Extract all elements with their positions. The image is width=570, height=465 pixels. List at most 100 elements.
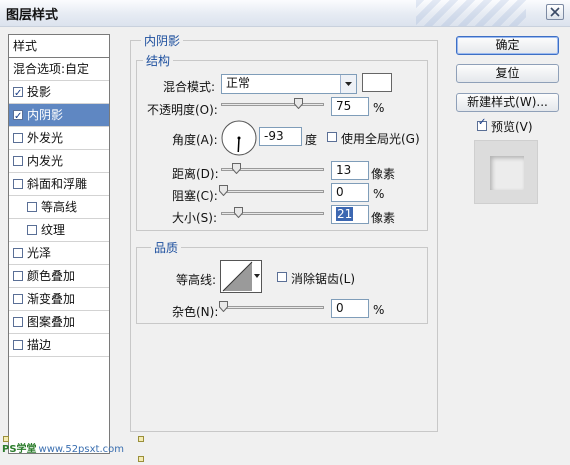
style-list-item[interactable]: 纹理 (9, 219, 109, 242)
distance-label: 距离(D): (172, 167, 219, 181)
style-list-item[interactable]: 渐变叠加 (9, 288, 109, 311)
angle-dial[interactable] (221, 120, 257, 156)
noise-input[interactable]: 0 (331, 299, 369, 318)
style-list-item-label: 内阴影 (27, 108, 64, 122)
style-checkbox[interactable] (13, 179, 23, 189)
style-checkbox[interactable] (13, 248, 23, 258)
style-list-item[interactable]: 混合选项:自定 (9, 58, 109, 81)
style-list-item[interactable]: 颜色叠加 (9, 265, 109, 288)
size-label: 大小(S): (172, 211, 218, 225)
anti-alias-checkbox[interactable] (277, 272, 287, 282)
resize-corner-marker (138, 456, 144, 462)
choke-input[interactable]: 0 (331, 183, 369, 202)
watermark-brand: PS学堂 (2, 444, 37, 455)
style-checkbox[interactable] (13, 133, 23, 143)
style-list-item-label: 图案叠加 (27, 315, 76, 329)
style-checkbox[interactable] (13, 294, 23, 304)
distance-slider-handle[interactable] (232, 163, 241, 175)
distance-input[interactable]: 13 (331, 161, 369, 180)
contour-picker[interactable] (220, 260, 262, 293)
structure-title: 结构 (143, 52, 174, 69)
shadow-color-swatch[interactable] (362, 73, 392, 92)
style-list-item[interactable]: 斜面和浮雕 (9, 173, 109, 196)
blend-mode-select[interactable]: 正常 (221, 74, 357, 94)
contour-dropdown-icon[interactable] (253, 261, 261, 292)
chevron-down-icon (340, 75, 356, 93)
noise-slider-track[interactable] (221, 306, 324, 309)
window-title: 图层样式 (6, 8, 59, 23)
title-bar: 图层样式 (0, 0, 570, 27)
style-preview-thumbnail (474, 140, 538, 204)
style-list-item[interactable]: 投影 (9, 81, 109, 105)
style-list-item[interactable]: 外发光 (9, 127, 109, 150)
style-list-item-label: 纹理 (41, 223, 66, 237)
noise-unit: % (373, 303, 385, 317)
style-list-item-label: 渐变叠加 (27, 292, 76, 306)
angle-input[interactable]: -93 (259, 127, 302, 146)
contour-label: 等高线: (176, 273, 217, 287)
new-style-button[interactable]: 新建样式(W)... (456, 93, 559, 112)
blend-mode-value: 正常 (226, 76, 251, 90)
size-value-selected: 21 (336, 207, 354, 221)
style-list-header: 样式 (9, 35, 109, 58)
watermark: PS学堂 www.52psxt.com (2, 440, 124, 455)
choke-slider-handle[interactable] (219, 185, 228, 197)
style-checkbox[interactable] (13, 156, 23, 166)
contour-linear-icon (222, 261, 253, 292)
distance-unit: 像素 (371, 167, 396, 181)
style-list-item[interactable]: 光泽 (9, 242, 109, 265)
style-checkbox[interactable] (13, 271, 23, 281)
opacity-slider-handle[interactable] (293, 98, 303, 110)
style-list-item[interactable]: 描边 (9, 334, 109, 357)
size-unit: 像素 (371, 211, 396, 225)
size-input[interactable]: 21 (331, 205, 369, 224)
style-list-item[interactable]: 等高线 (9, 196, 109, 219)
anti-alias-label[interactable]: 消除锯齿(L) (291, 270, 355, 287)
choke-label: 阻塞(C): (172, 189, 218, 203)
style-list-item[interactable]: 图案叠加 (9, 311, 109, 334)
preview-checkbox[interactable] (477, 117, 487, 131)
style-list-item-label: 等高线 (41, 200, 78, 214)
resize-corner-marker (138, 436, 144, 442)
opacity-slider-track[interactable] (221, 103, 324, 106)
style-list-item-label: 描边 (27, 338, 52, 352)
style-list-item-label: 颜色叠加 (27, 269, 76, 283)
style-list: 样式 混合选项:自定投影内阴影外发光内发光斜面和浮雕等高线纹理光泽颜色叠加渐变叠… (8, 34, 110, 454)
choke-unit: % (373, 187, 385, 201)
style-checkbox[interactable] (13, 317, 23, 327)
global-light-label[interactable]: 使用全局光(G) (341, 130, 420, 147)
blend-mode-label: 混合模式: (163, 80, 216, 94)
preview-label[interactable]: 预览(V) (491, 118, 533, 135)
style-preview-shape (490, 156, 524, 190)
style-checkbox[interactable] (13, 83, 23, 105)
style-checkbox[interactable] (13, 340, 23, 350)
style-list-item-label: 光泽 (27, 246, 52, 260)
title-decoration (416, 0, 526, 26)
style-checkbox[interactable] (27, 202, 37, 212)
quality-title: 品质 (151, 239, 182, 256)
style-checkbox[interactable] (27, 225, 37, 235)
style-list-item-label: 混合选项:自定 (13, 62, 90, 76)
ok-button[interactable]: 确定 (456, 36, 559, 55)
style-list-item[interactable]: 内阴影 (9, 104, 109, 128)
style-list-item-label: 内发光 (27, 154, 64, 168)
style-list-item-label: 投影 (27, 85, 52, 99)
close-button[interactable] (546, 4, 564, 20)
style-checkbox[interactable] (13, 106, 23, 128)
watermark-site: www.52psxt.com (38, 444, 124, 455)
close-icon (550, 7, 560, 17)
size-slider-handle[interactable] (234, 207, 243, 219)
noise-label: 杂色(N): (172, 305, 219, 319)
inner-shadow-title: 内阴影 (141, 32, 184, 49)
opacity-label: 不透明度(O): (147, 103, 218, 117)
global-light-checkbox[interactable] (327, 132, 337, 142)
reset-button[interactable]: 复位 (456, 64, 559, 83)
style-list-item-label: 斜面和浮雕 (27, 177, 88, 191)
angle-unit: 度 (305, 133, 318, 147)
opacity-input[interactable]: 75 (331, 97, 369, 116)
choke-slider-track[interactable] (221, 190, 324, 193)
noise-slider-handle[interactable] (219, 301, 228, 313)
style-list-item-label: 外发光 (27, 131, 64, 145)
resize-corner-marker (3, 436, 9, 442)
style-list-item[interactable]: 内发光 (9, 150, 109, 173)
